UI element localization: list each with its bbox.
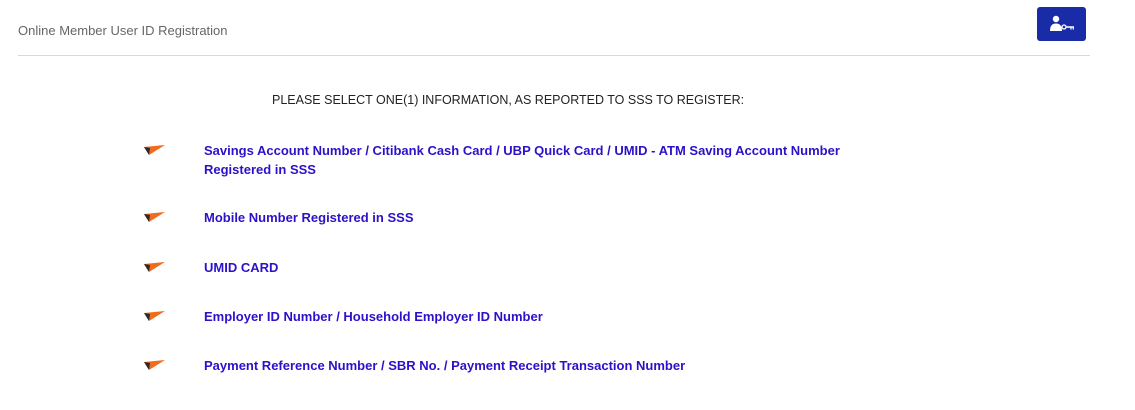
arrow-bullet-icon (144, 360, 165, 370)
arrow-bullet-icon (144, 212, 165, 222)
option-label-line2: Registered in SSS (204, 162, 316, 177)
registration-page: Online Member User ID Registration PLEAS… (0, 0, 1135, 410)
savings-account-link[interactable]: Savings Account Number / Citibank Cash C… (204, 141, 924, 179)
option-label-line1: Savings Account Number / Citibank Cash C… (204, 143, 840, 158)
payment-reference-link[interactable]: Payment Reference Number / SBR No. / Pay… (204, 356, 924, 375)
employer-id-link[interactable]: Employer ID Number / Household Employer … (204, 307, 924, 326)
arrow-bullet-icon (144, 262, 165, 272)
arrow-bullet-icon (144, 145, 165, 155)
umid-card-link[interactable]: UMID CARD (204, 258, 924, 277)
registration-options: Savings Account Number / Citibank Cash C… (0, 0, 1135, 410)
mobile-number-link[interactable]: Mobile Number Registered in SSS (204, 208, 924, 227)
arrow-bullet-icon (144, 311, 165, 321)
